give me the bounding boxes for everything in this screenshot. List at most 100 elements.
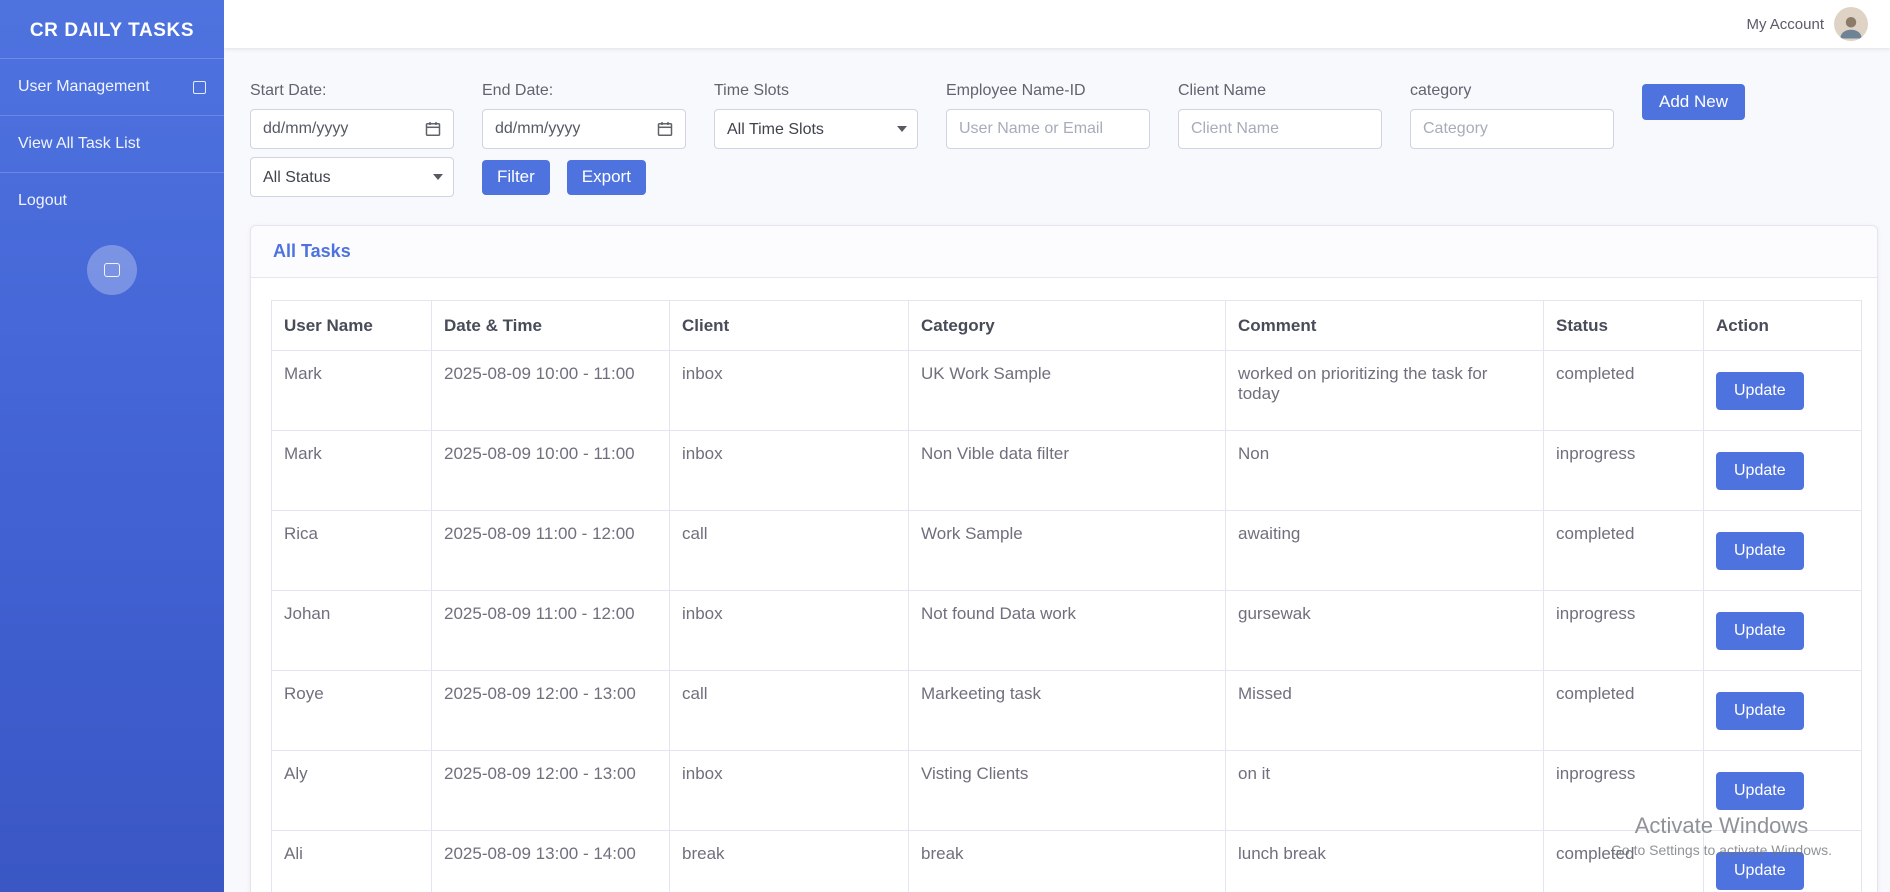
cell-user-name: Mark — [272, 351, 432, 431]
cell-client: call — [670, 511, 909, 591]
cell-category: Non Vible data filter — [909, 431, 1226, 511]
cell-action: Update — [1704, 431, 1862, 511]
table-row: Mark 2025-08-09 10:00 - 11:00 inbox Non … — [272, 431, 1862, 511]
update-button[interactable]: Update — [1716, 692, 1804, 730]
cell-date-time: 2025-08-09 10:00 - 11:00 — [432, 351, 670, 431]
cell-action: Update — [1704, 671, 1862, 751]
cell-action: Update — [1704, 831, 1862, 892]
category-label: category — [1410, 82, 1614, 100]
sidebar-item-view-all-task-list[interactable]: View All Task List — [0, 116, 224, 172]
main-content: Start Date: dd/mm/yyyy End Date: — [224, 48, 1890, 892]
cell-action: Update — [1704, 351, 1862, 431]
update-button[interactable]: Update — [1716, 452, 1804, 490]
cell-category: Not found Data work — [909, 591, 1226, 671]
sidebar-item-label: User Management — [18, 78, 150, 96]
cell-client: call — [670, 671, 909, 751]
update-button[interactable]: Update — [1716, 532, 1804, 570]
cell-status: inprogress — [1544, 591, 1704, 671]
cell-category: UK Work Sample — [909, 351, 1226, 431]
table-row: Roye 2025-08-09 12:00 - 13:00 call Marke… — [272, 671, 1862, 751]
col-comment: Comment — [1226, 301, 1544, 351]
cell-user-name: Aly — [272, 751, 432, 831]
cell-client: inbox — [670, 591, 909, 671]
filter-button[interactable]: Filter — [482, 160, 550, 195]
update-button[interactable]: Update — [1716, 772, 1804, 810]
all-tasks-card: All Tasks User Name Date & Time Client C… — [250, 225, 1878, 892]
cell-status: completed — [1544, 831, 1704, 892]
sidebar-nav: User Management View All Task List Logou… — [0, 59, 224, 295]
cell-client: break — [670, 831, 909, 892]
table-row: Ali 2025-08-09 13:00 - 14:00 break break… — [272, 831, 1862, 892]
table-row: Aly 2025-08-09 12:00 - 13:00 inbox Visti… — [272, 751, 1862, 831]
cell-date-time: 2025-08-09 13:00 - 14:00 — [432, 831, 670, 892]
card-body: User Name Date & Time Client Category Co… — [251, 278, 1877, 892]
table-header-row: User Name Date & Time Client Category Co… — [272, 301, 1862, 351]
cell-comment: Missed — [1226, 671, 1544, 751]
sidebar-avatar[interactable] — [87, 245, 137, 295]
table-row: Mark 2025-08-09 10:00 - 11:00 inbox UK W… — [272, 351, 1862, 431]
export-button[interactable]: Export — [567, 160, 646, 195]
tasks-table-body: Mark 2025-08-09 10:00 - 11:00 inbox UK W… — [272, 351, 1862, 892]
cell-comment: gursewak — [1226, 591, 1544, 671]
person-icon — [1836, 11, 1866, 41]
end-date-input[interactable]: dd/mm/yyyy — [482, 109, 686, 149]
table-row: Rica 2025-08-09 11:00 - 12:00 call Work … — [272, 511, 1862, 591]
add-new-button[interactable]: Add New — [1642, 84, 1745, 120]
employee-label: Employee Name-ID — [946, 82, 1150, 100]
cell-client: inbox — [670, 431, 909, 511]
calendar-icon[interactable] — [425, 121, 441, 137]
cell-action: Update — [1704, 591, 1862, 671]
cell-category: Work Sample — [909, 511, 1226, 591]
start-date-value: dd/mm/yyyy — [263, 120, 348, 138]
app-title: CR DAILY TASKS — [0, 0, 224, 58]
cell-category: Visting Clients — [909, 751, 1226, 831]
client-name-label: Client Name — [1178, 82, 1382, 100]
cell-user-name: Ali — [272, 831, 432, 892]
sidebar-item-user-management[interactable]: User Management — [0, 59, 224, 115]
client-name-input[interactable] — [1178, 109, 1382, 149]
cell-comment: worked on prioritizing the task for toda… — [1226, 351, 1544, 431]
cell-status: inprogress — [1544, 431, 1704, 511]
card-title: All Tasks — [273, 241, 351, 261]
collapse-icon — [193, 81, 206, 94]
start-date-input[interactable]: dd/mm/yyyy — [250, 109, 454, 149]
cell-user-name: Roye — [272, 671, 432, 751]
status-filter-select[interactable]: All Status — [250, 157, 454, 197]
cell-status: inprogress — [1544, 751, 1704, 831]
cell-user-name: Mark — [272, 431, 432, 511]
update-button[interactable]: Update — [1716, 612, 1804, 650]
end-date-value: dd/mm/yyyy — [495, 120, 580, 138]
cell-date-time: 2025-08-09 11:00 - 12:00 — [432, 511, 670, 591]
calendar-icon[interactable] — [657, 121, 673, 137]
user-avatar[interactable] — [1834, 7, 1868, 41]
cell-date-time: 2025-08-09 11:00 - 12:00 — [432, 591, 670, 671]
my-account-label: My Account — [1746, 16, 1824, 33]
cell-action: Update — [1704, 751, 1862, 831]
category-input[interactable] — [1410, 109, 1614, 149]
cell-comment: Non — [1226, 431, 1544, 511]
update-button[interactable]: Update — [1716, 852, 1804, 890]
cell-category: Markeeting task — [909, 671, 1226, 751]
sidebar-item-label: View All Task List — [18, 135, 140, 153]
cell-status: completed — [1544, 351, 1704, 431]
cell-category: break — [909, 831, 1226, 892]
time-slots-select[interactable]: All Time Slots — [714, 109, 918, 149]
employee-name-input[interactable] — [946, 109, 1150, 149]
sidebar: CR DAILY TASKS User Management View All … — [0, 0, 224, 892]
cell-comment: awaiting — [1226, 511, 1544, 591]
cell-date-time: 2025-08-09 10:00 - 11:00 — [432, 431, 670, 511]
col-date-time: Date & Time — [432, 301, 670, 351]
sidebar-item-logout[interactable]: Logout — [0, 173, 224, 229]
cell-user-name: Rica — [272, 511, 432, 591]
my-account-menu[interactable]: My Account — [1746, 7, 1868, 41]
start-date-label: Start Date: — [250, 82, 454, 100]
cell-action: Update — [1704, 511, 1862, 591]
cell-user-name: Johan — [272, 591, 432, 671]
image-placeholder-icon — [104, 263, 120, 277]
cell-client: inbox — [670, 351, 909, 431]
time-slots-label: Time Slots — [714, 82, 918, 100]
update-button[interactable]: Update — [1716, 372, 1804, 410]
topbar: My Account — [224, 0, 1890, 48]
filter-bar: Start Date: dd/mm/yyyy End Date: — [250, 82, 1878, 197]
card-header: All Tasks — [251, 226, 1877, 278]
